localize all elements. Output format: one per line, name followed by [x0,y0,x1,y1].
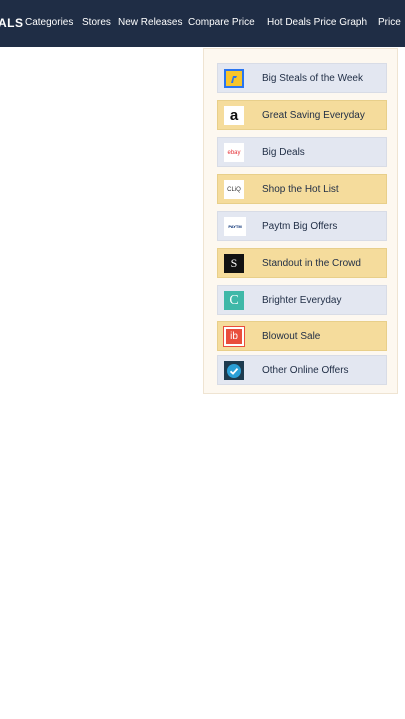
stores-dropdown: Big Steals of the Week a Great Saving Ev… [203,48,398,394]
top-navbar: ALS Categories Stores New Releases Compa… [0,0,405,47]
store-item-snapdeal[interactable]: S Standout in the Crowd [217,248,387,278]
tatacliq-icon: CLiQ [224,180,244,199]
infibeam-logo-text: ib [230,331,238,342]
store-item-label: Paytm Big Offers [262,221,338,232]
snapdeal-icon: S [224,254,244,273]
store-item-label: Brighter Everyday [262,295,342,306]
tatacliq-logo-text: CLiQ [227,186,241,193]
store-item-amazon[interactable]: a Great Saving Everyday [217,100,387,130]
paytm-logo-text: PAYTM [228,224,242,229]
nav-new-releases[interactable]: New Releases [118,17,182,28]
nav-stores[interactable]: Stores [82,17,111,28]
brand-logo-text[interactable]: ALS [0,16,24,30]
flipkart-icon [224,69,244,88]
check-icon [224,361,244,380]
store-item-croma[interactable]: C Brighter Everyday [217,285,387,315]
store-item-infibeam[interactable]: ib Blowout Sale [217,321,387,351]
store-item-other-offers[interactable]: Other Online Offers [217,355,387,385]
store-item-label: Standout in the Crowd [262,258,361,269]
store-item-paytm[interactable]: PAYTM Paytm Big Offers [217,211,387,241]
store-item-ebay[interactable]: ebay Big Deals [217,137,387,167]
infibeam-icon: ib [223,326,245,347]
nav-compare-price[interactable]: Compare Price [188,17,255,28]
store-item-label: Big Steals of the Week [262,73,363,84]
croma-icon: C [224,291,244,310]
store-item-label: Great Saving Everyday [262,110,365,121]
ebay-logo-text: ebay [227,149,241,156]
ebay-icon: ebay [224,143,244,162]
croma-logo-letter: C [229,292,239,308]
nav-hot-deals-price-graph[interactable]: Hot Deals Price Graph [267,17,367,28]
store-item-flipkart[interactable]: Big Steals of the Week [217,63,387,93]
store-item-label: Shop the Hot List [262,184,339,195]
amazon-logo-letter: a [229,107,239,124]
store-item-label: Blowout Sale [262,331,321,342]
amazon-icon: a [224,106,244,125]
nav-categories[interactable]: Categories [25,17,73,28]
paytm-icon: PAYTM [224,217,246,236]
nav-price[interactable]: Price [378,17,401,28]
store-item-tatacliq[interactable]: CLiQ Shop the Hot List [217,174,387,204]
store-item-label: Big Deals [262,147,305,158]
snapdeal-logo-letter: S [230,256,238,270]
store-item-label: Other Online Offers [262,365,349,376]
